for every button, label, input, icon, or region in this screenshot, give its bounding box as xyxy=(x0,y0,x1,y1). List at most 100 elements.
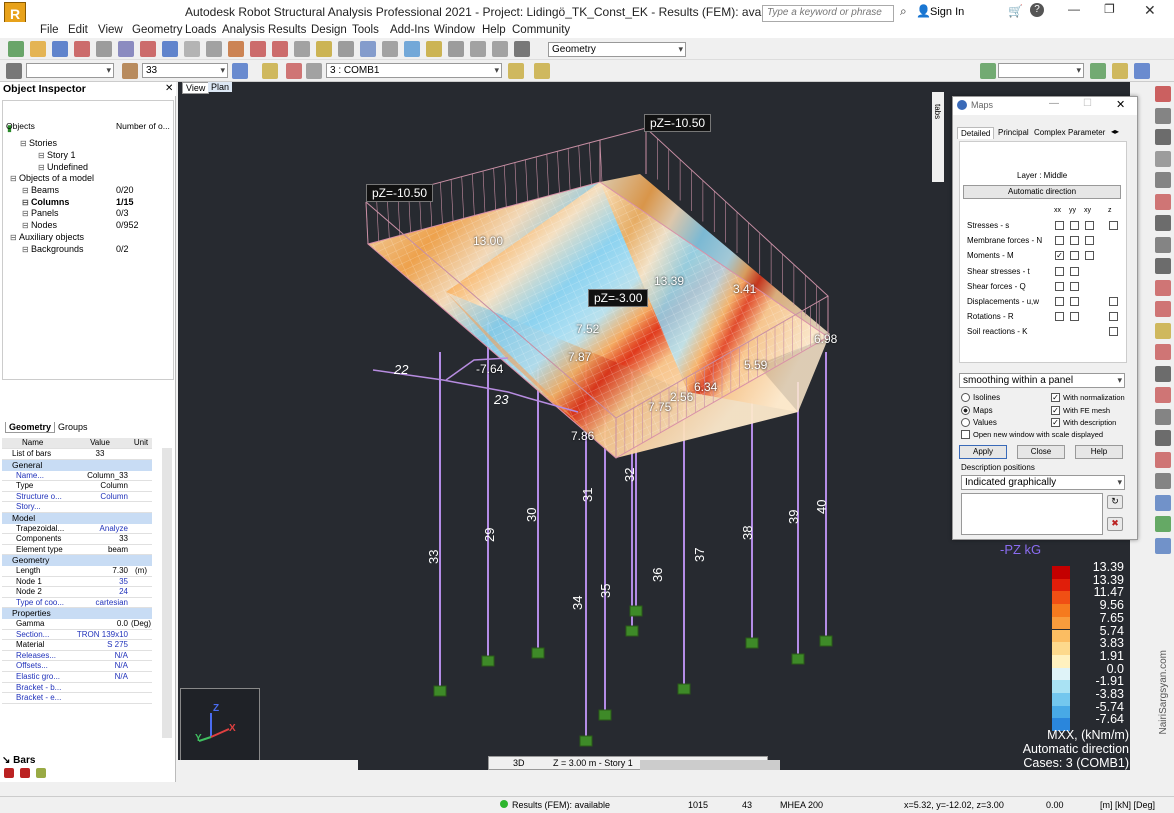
description-select[interactable]: Indicated graphically xyxy=(961,475,1125,490)
tree-expander-icon[interactable]: ⊟ xyxy=(22,209,31,218)
menu-window[interactable]: Window xyxy=(434,24,475,36)
grid-section-geometry[interactable]: Geometry xyxy=(2,555,152,566)
tab-view[interactable]: View xyxy=(182,82,210,94)
toolbar-icon-8[interactable] xyxy=(184,41,200,57)
grid-row[interactable]: Components 33 xyxy=(2,534,152,545)
menu-design[interactable]: Design xyxy=(311,24,347,36)
right-toolbar-icon-0[interactable] xyxy=(1155,86,1171,102)
toolbar2-icon-1[interactable] xyxy=(122,63,138,79)
toolbar2-icon-10[interactable] xyxy=(1112,63,1128,79)
grid-scrollbar[interactable] xyxy=(162,448,172,738)
tree-item-beams[interactable]: ⊟ Beams 0/20 xyxy=(22,185,134,195)
horizontal-scrollbar[interactable] xyxy=(640,760,780,770)
toolbar-icon-1[interactable] xyxy=(30,41,46,57)
tree-expander-icon[interactable]: ⊟ xyxy=(22,221,31,230)
menu-loads[interactable]: Loads xyxy=(185,24,216,36)
toolbar-icon-23[interactable] xyxy=(514,41,530,57)
menu-addins[interactable]: Add-Ins xyxy=(390,24,430,36)
grid-row[interactable]: Element type beam xyxy=(2,545,152,556)
right-toolbar-icon-9[interactable] xyxy=(1155,279,1171,296)
right-toolbar-icon-16[interactable] xyxy=(1155,430,1171,446)
bars-icon[interactable] xyxy=(4,768,14,778)
toolbar-icon-12[interactable] xyxy=(272,41,288,57)
radio-isolines[interactable] xyxy=(961,393,970,402)
grid-row[interactable]: Trapezoidal... Analyze xyxy=(2,524,152,535)
grid-row[interactable]: Bracket - b... xyxy=(2,683,152,694)
toolbar-icon-11[interactable] xyxy=(250,41,266,57)
description-box[interactable] xyxy=(961,493,1103,535)
grid-row[interactable]: Node 2 24 xyxy=(2,587,152,598)
tree-item-objects-of-a-model[interactable]: ⊟ Objects of a model xyxy=(10,173,94,183)
toolbar2-icon-6[interactable] xyxy=(508,63,524,79)
tab-plan[interactable]: Plan xyxy=(208,82,233,92)
right-toolbar-icon-2[interactable] xyxy=(1155,129,1171,145)
toolbar2-icon-4[interactable] xyxy=(286,63,302,79)
toolbar2-icon-9[interactable] xyxy=(1090,63,1106,79)
menu-file[interactable]: File xyxy=(40,24,59,36)
toolbar-icon-9[interactable] xyxy=(206,41,222,57)
toolbar-icon-5[interactable] xyxy=(118,41,134,57)
grid-row[interactable]: Gamma 0.0 (Deg) xyxy=(2,619,152,630)
grid-row[interactable]: Name... Column_33 xyxy=(2,471,152,482)
check-option[interactable]: ✓ xyxy=(1051,405,1060,415)
right-select[interactable] xyxy=(998,63,1084,78)
minimize-icon[interactable]: — xyxy=(1068,2,1080,16)
grid-row[interactable]: Structure o... Column xyxy=(2,492,152,503)
right-toolbar-icon-19[interactable] xyxy=(1155,494,1171,511)
tree-item-columns[interactable]: ⊟ Columns 1/15 xyxy=(22,197,134,207)
toolbar-icon-13[interactable] xyxy=(294,41,310,57)
toolbar-icon-4[interactable] xyxy=(96,41,112,57)
toolbar-icon-21[interactable] xyxy=(470,41,486,57)
tree-expander-icon[interactable]: ⊟ xyxy=(22,186,31,195)
menu-edit[interactable]: Edit xyxy=(68,24,88,36)
right-toolbar-icon-3[interactable] xyxy=(1155,150,1171,167)
tabs-sidebar[interactable]: tabs xyxy=(932,92,944,182)
right-toolbar-icon-14[interactable] xyxy=(1155,387,1171,403)
bar-select[interactable]: 33 xyxy=(142,63,228,78)
grid-row[interactable]: Releases... N/A xyxy=(2,651,152,662)
help-icon[interactable]: ? xyxy=(1030,3,1044,17)
grid-section-properties[interactable]: Properties xyxy=(2,608,152,619)
view-level[interactable]: Z = 3.00 m - Story 1 xyxy=(553,758,633,768)
toolbar-icon-10[interactable] xyxy=(228,41,244,57)
grid-section-model[interactable]: Model xyxy=(2,513,152,524)
tree-expander-icon[interactable]: ⊟ xyxy=(22,198,31,207)
radio-maps[interactable] xyxy=(961,405,970,415)
right-toolbar-icon-5[interactable] xyxy=(1155,193,1171,210)
right-toolbar-icon-13[interactable] xyxy=(1155,365,1171,382)
toolbar-icon-18[interactable] xyxy=(404,41,420,57)
toolbar-icon-16[interactable] xyxy=(360,41,376,57)
grid-row[interactable]: Node 1 35 xyxy=(2,577,152,588)
grid-row[interactable]: Offsets... N/A xyxy=(2,661,152,672)
toolbar2-icon-3[interactable] xyxy=(262,63,278,79)
tree-item-undefined[interactable]: ⊟ Undefined xyxy=(38,162,88,172)
tree-expander-icon[interactable]: ⊟ xyxy=(38,151,47,160)
toolbar2-icon-0[interactable] xyxy=(6,63,22,79)
tree-item-auxiliary-objects[interactable]: ⊟ Auxiliary objects xyxy=(10,232,84,242)
tree-expander-icon[interactable]: ⊟ xyxy=(38,163,47,172)
user-icon[interactable]: 👤 xyxy=(916,4,931,18)
toolbar-icon-7[interactable] xyxy=(162,41,178,57)
toolbar-icon-15[interactable] xyxy=(338,41,354,57)
apply-button[interactable]: Apply xyxy=(959,445,1007,459)
right-toolbar-icon-20[interactable] xyxy=(1155,516,1171,532)
tree-expander-icon[interactable]: ⊟ xyxy=(20,139,29,148)
grid-row[interactable]: Material S 275 xyxy=(2,640,152,651)
new-window-checkbox[interactable] xyxy=(961,430,970,439)
check-option[interactable]: ✓ xyxy=(1051,393,1060,402)
menu-community[interactable]: Community xyxy=(512,24,570,36)
node-select[interactable] xyxy=(26,63,114,78)
delete-icon[interactable]: ✖ xyxy=(1107,517,1123,531)
tab-geometry[interactable]: Geometry xyxy=(5,422,56,433)
toolbar-icon-3[interactable] xyxy=(74,41,90,57)
toolbar2-icon-11[interactable] xyxy=(1134,63,1150,79)
toolbar2-icon-7[interactable] xyxy=(534,63,550,79)
close-button[interactable]: Close xyxy=(1017,445,1065,459)
right-toolbar-icon-17[interactable] xyxy=(1155,451,1171,468)
toolbar-icon-6[interactable] xyxy=(140,41,156,57)
axis-gizmo[interactable]: Z X Y xyxy=(180,688,260,768)
tree-item-backgrounds[interactable]: ⊟ Backgrounds 0/2 xyxy=(22,244,129,254)
bars-tab[interactable]: ↘ Bars xyxy=(2,755,35,766)
nodes-icon[interactable] xyxy=(20,768,30,778)
grid-row[interactable]: Type Column xyxy=(2,481,152,492)
